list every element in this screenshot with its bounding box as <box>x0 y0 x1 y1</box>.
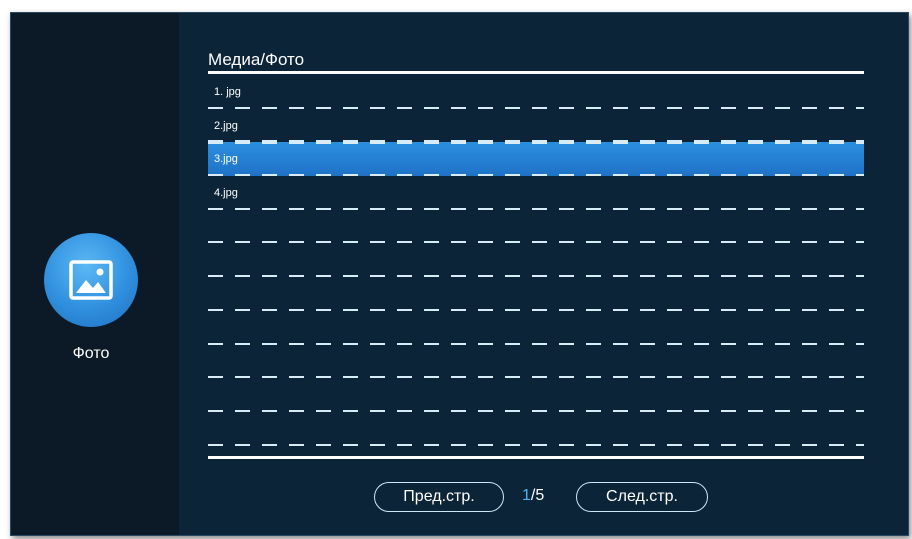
empty-row <box>208 411 864 446</box>
photo-app-button[interactable] <box>44 233 138 327</box>
sidebar: Фото <box>11 13 179 535</box>
file-row[interactable]: 2.jpg <box>208 108 864 143</box>
file-name: 1. jpg <box>214 86 241 98</box>
file-row[interactable]: 4.jpg <box>208 176 864 210</box>
file-name: 4.jpg <box>214 187 238 200</box>
pagination: Пред.стр. 1/5 След.стр. <box>179 482 908 516</box>
app-label: Фото <box>72 345 110 362</box>
breadcrumb: Медиа/Фото <box>208 50 305 69</box>
page-indicator: 1/5 <box>522 487 544 505</box>
empty-row <box>208 310 864 345</box>
file-name: 3.jpg <box>214 153 238 166</box>
image-icon <box>69 260 113 300</box>
file-list: 1. jpg 2.jpg 3.jpg 4.jpg <box>208 75 864 446</box>
file-row[interactable]: 1. jpg <box>208 75 864 109</box>
empty-row <box>208 209 864 244</box>
total-pages: /5 <box>530 487 545 504</box>
file-name: 2.jpg <box>214 119 238 132</box>
empty-row <box>208 378 864 412</box>
prev-page-button[interactable]: Пред.стр. <box>374 482 504 512</box>
main-panel: Медиа/Фото 1. jpg 2.jpg 3.jpg 4.jpg Пред.ст… <box>179 13 908 535</box>
empty-row <box>208 243 864 278</box>
empty-row <box>208 344 864 379</box>
file-row[interactable]: 3.jpg <box>208 142 864 177</box>
next-page-button[interactable]: След.стр. <box>576 482 708 512</box>
app-window: Фото Медиа/Фото 1. jpg 2.jpg 3.jpg 4.jpg Пр… <box>10 12 909 536</box>
empty-row <box>208 277 864 311</box>
current-page: 1 <box>522 487 531 504</box>
bottom-divider <box>208 456 864 459</box>
top-divider <box>208 71 864 74</box>
